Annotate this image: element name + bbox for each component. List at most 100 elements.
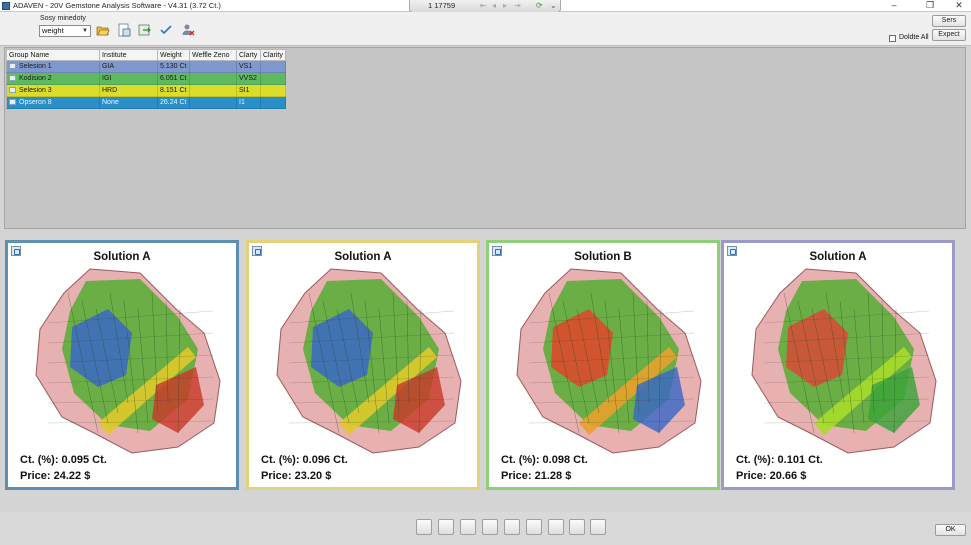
save-document-icon[interactable] (117, 23, 131, 37)
cell-weffle-zeno (189, 72, 237, 85)
export-button[interactable]: Expect (932, 29, 966, 41)
solution-title: Solution A (809, 251, 867, 263)
crown-icon[interactable] (504, 519, 520, 535)
cell-clarty: I1 (236, 96, 261, 109)
cell-clarty: VVS2 (236, 72, 261, 85)
maximize-button[interactable]: ❐ (920, 0, 940, 12)
solution-carat: Ct. (%): 0.098 Ct. (501, 454, 588, 466)
gemstone-3d-view[interactable] (28, 263, 228, 458)
delete-all-checkbox[interactable] (889, 35, 896, 42)
export-icon[interactable] (138, 23, 152, 37)
column-header-group-name[interactable]: Group Name (6, 49, 100, 61)
sort-select-value: weight (42, 26, 64, 35)
solution-panel[interactable]: Solution B Ct. (%): 0.098 Ct. Price: 21.… (486, 240, 720, 490)
last-record-icon[interactable]: ⇥ (514, 1, 521, 11)
solution-title: Solution B (574, 251, 632, 263)
save-button[interactable]: Sers (932, 15, 966, 27)
table-header-row: Group Name Institute Weight Weffle Zeno … (6, 49, 286, 61)
column-header-clarity[interactable]: Clarity (260, 49, 286, 61)
pavilion-icon[interactable] (482, 519, 498, 535)
cell-weffle-zeno (189, 96, 237, 109)
solution-title: Solution A (93, 251, 151, 263)
gem-view-icon[interactable] (416, 519, 432, 535)
cell-group-name: Kodision 2 (6, 72, 100, 85)
round-cut-icon[interactable] (590, 519, 606, 535)
window-title: ADAVEN - 20V Gemstone Analysis Software … (13, 1, 221, 10)
chevron-down-icon[interactable]: ⌄ (550, 1, 557, 11)
cell-weight: 5.130 Ct (157, 60, 190, 73)
row-marker-icon (9, 63, 16, 69)
column-header-institute[interactable]: Institute (99, 49, 158, 61)
solutions-area: Solution A Ct. (%): 0.095 Ct. Price: 24.… (0, 240, 971, 490)
column-header-clarty[interactable]: Clarty (236, 49, 261, 61)
previous-record-icon[interactable]: ◂ (492, 1, 496, 11)
solution-price: Price: 24.22 $ (20, 470, 91, 482)
solution-panel[interactable]: Solution A Ct. (%): 0.095 Ct. Price: 24.… (5, 240, 239, 490)
minimize-button[interactable]: – (884, 0, 904, 12)
table-row[interactable]: Selesion 3 HRD 8.151 Ct SI1 (6, 84, 286, 97)
sort-label: Sosy minedoty (40, 15, 86, 22)
ok-button[interactable]: OK (935, 524, 966, 536)
sort-select[interactable]: weight ▼ (39, 25, 91, 37)
solution-panel[interactable]: Solution A Ct. (%): 0.096 Ct. Price: 23.… (246, 240, 480, 490)
remove-user-icon[interactable] (181, 23, 195, 37)
column-header-weight[interactable]: Weight (157, 49, 190, 61)
cell-clarty: VS1 (236, 60, 261, 73)
facets-icon[interactable] (460, 519, 476, 535)
first-record-icon[interactable]: ⇤ (480, 1, 487, 11)
record-count: 1 17759 (428, 1, 456, 10)
cell-institute: None (99, 96, 158, 109)
solution-carat: Ct. (%): 0.096 Ct. (261, 454, 348, 466)
bottom-toolbar: OK (0, 512, 971, 545)
solution-panel[interactable]: Solution A Ct. (%): 0.101 Ct. Price: 20.… (721, 240, 955, 490)
row-marker-icon (9, 75, 16, 81)
cell-weight: 26.24 Ct (157, 96, 190, 109)
row-marker-icon (9, 87, 16, 93)
solution-title: Solution A (334, 251, 392, 263)
app-logo-icon (2, 2, 10, 10)
solution-carat: Ct. (%): 0.095 Ct. (20, 454, 107, 466)
gemstone-3d-view[interactable] (509, 263, 709, 458)
cell-institute: HRD (99, 84, 158, 97)
cell-weight: 8.151 Ct (157, 84, 190, 97)
cell-weight: 6.051 Ct (157, 72, 190, 85)
cell-weffle-zeno (189, 84, 237, 97)
heart-cut-icon[interactable] (548, 519, 564, 535)
next-record-icon[interactable]: ▸ (503, 1, 507, 11)
solution-price: Price: 20.66 $ (736, 470, 807, 482)
gemstone-3d-view[interactable] (269, 263, 469, 458)
solution-price: Price: 21.28 $ (501, 470, 572, 482)
close-button[interactable]: ✕ (949, 0, 969, 12)
column-header-weffle-zeno[interactable]: Weffle Zeno (189, 49, 237, 61)
ring-icon[interactable] (569, 519, 585, 535)
refresh-icon[interactable]: ⟳ (536, 1, 543, 11)
cell-institute: GIA (99, 60, 158, 73)
row-marker-icon (9, 99, 16, 105)
cell-institute: IGI (99, 72, 158, 85)
cell-group-name: Selesion 1 (6, 60, 100, 73)
groups-table: Group Name Institute Weight Weffle Zeno … (6, 49, 286, 109)
table-row[interactable]: Opseron 8 None 26.24 Ct I1 (6, 96, 286, 109)
table-row[interactable]: Selesion 1 GIA 5.130 Ct VS1 (6, 60, 286, 73)
cell-group-name: Opseron 8 (6, 96, 100, 109)
cell-clarity (260, 96, 286, 109)
solution-price: Price: 23.20 $ (261, 470, 332, 482)
cell-clarity (260, 72, 286, 85)
table-row[interactable]: Kodision 2 IGI 6.051 Ct VVS2 (6, 72, 286, 85)
cell-clarity (260, 60, 286, 73)
square-cut-icon[interactable] (526, 519, 542, 535)
cell-group-name: Selesion 3 (6, 84, 100, 97)
checkmark-icon[interactable] (159, 23, 173, 37)
gemstone-3d-view[interactable] (744, 263, 944, 458)
groups-grid-panel: Group Name Institute Weight Weffle Zeno … (4, 47, 966, 229)
brush-icon[interactable] (438, 519, 454, 535)
delete-all-label: Doldte All (899, 34, 929, 41)
cell-weffle-zeno (189, 60, 237, 73)
solution-carat: Ct. (%): 0.101 Ct. (736, 454, 823, 466)
cell-clarity (260, 84, 286, 97)
title-bar: ADAVEN - 20V Gemstone Analysis Software … (0, 0, 971, 13)
folder-open-icon[interactable] (96, 23, 110, 37)
toolbar: Sosy minedoty weight ▼ Doldte All Sers E… (0, 12, 971, 46)
chevron-down-icon: ▼ (82, 28, 88, 34)
cell-clarty: SI1 (236, 84, 261, 97)
